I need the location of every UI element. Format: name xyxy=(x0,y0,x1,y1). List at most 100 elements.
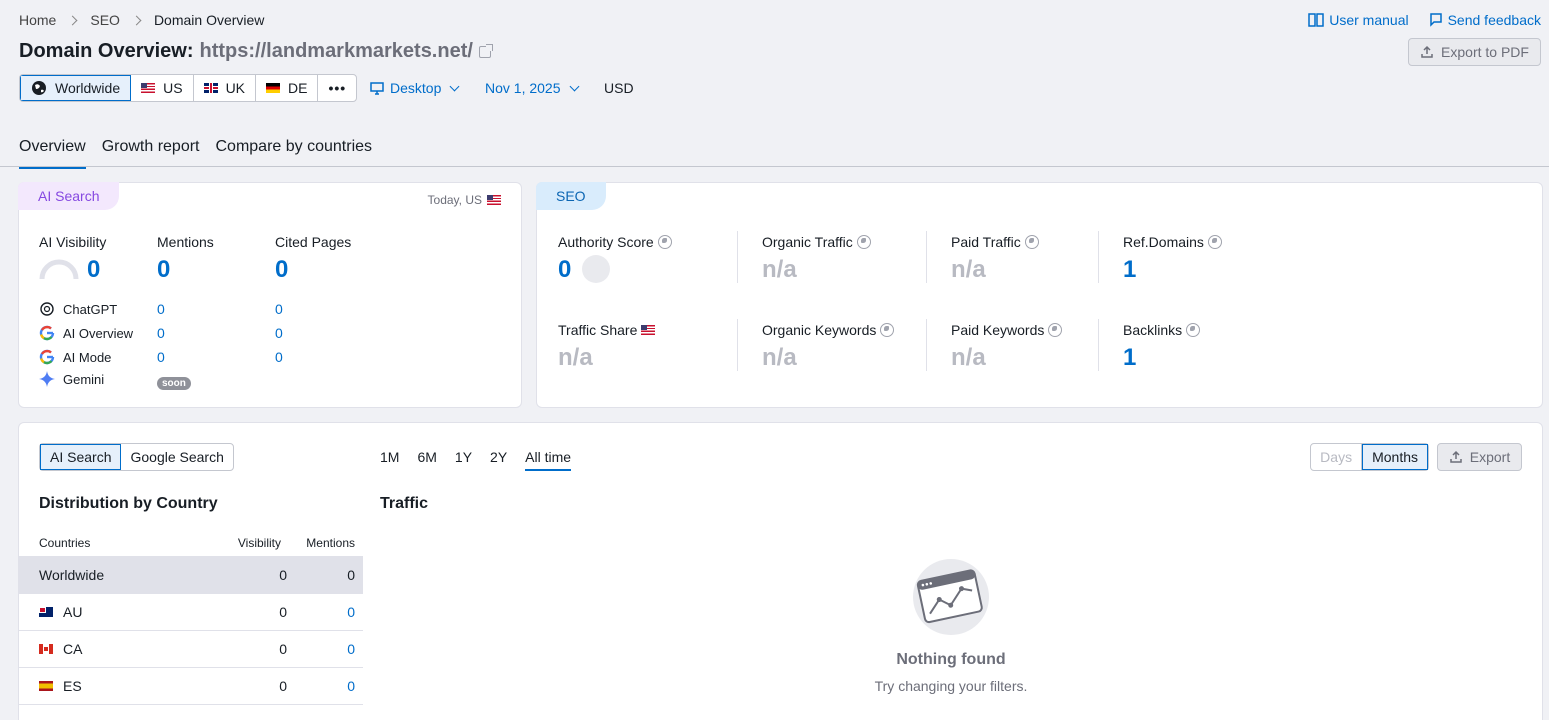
info-globe-icon[interactable] xyxy=(1186,323,1201,337)
info-globe-icon[interactable] xyxy=(657,235,672,249)
info-globe-icon[interactable] xyxy=(856,235,871,249)
ai-search-tag: AI Search xyxy=(18,182,120,210)
breadcrumb: Home SEO Domain Overview xyxy=(19,12,264,28)
mentions-cell[interactable]: 0 xyxy=(287,641,363,657)
tab-overview[interactable]: Overview xyxy=(19,138,86,169)
db-de[interactable]: DE xyxy=(256,75,319,101)
database-selector: Worldwide US UK DE ••• xyxy=(19,74,358,102)
table-row[interactable]: CA 0 0 xyxy=(19,631,363,668)
es-flag-icon xyxy=(39,681,53,691)
chatgpt-cited[interactable]: 0 xyxy=(275,301,283,317)
currency-label: USD xyxy=(604,80,634,96)
granularity-toggle: Days Months xyxy=(1310,443,1429,471)
col-countries[interactable]: Countries xyxy=(19,536,203,550)
organic-traffic-text: Organic Traffic xyxy=(762,234,853,250)
tab-compare-by-countries[interactable]: Compare by countries xyxy=(216,138,373,169)
backlinks-label: Backlinks xyxy=(1123,322,1201,338)
us-flag-icon xyxy=(641,325,656,335)
authority-score-circle xyxy=(582,255,610,283)
traffic-share-text: Traffic Share xyxy=(558,322,638,338)
ai-mode-label: AI Mode xyxy=(63,349,112,365)
globe-icon xyxy=(32,81,46,95)
empty-subtitle: Try changing your filters. xyxy=(874,678,1028,694)
gemini-label: Gemini xyxy=(63,371,105,387)
page-title: Domain Overview: https://landmarkmarkets… xyxy=(19,40,493,63)
period-1m[interactable]: 1M xyxy=(380,449,399,471)
ai-row-chatgpt: ChatGPT xyxy=(39,301,117,317)
info-globe-icon[interactable] xyxy=(880,323,895,337)
info-globe-icon[interactable] xyxy=(1207,235,1222,249)
table-row[interactable]: Worldwide 0 0 xyxy=(19,557,363,594)
period-all-time[interactable]: All time xyxy=(525,449,572,471)
col-mentions[interactable]: Mentions xyxy=(293,536,363,550)
backlinks-value[interactable]: 1 xyxy=(1123,344,1136,372)
chevron-down-icon xyxy=(449,81,460,91)
db-uk[interactable]: UK xyxy=(194,75,257,101)
user-manual-label: User manual xyxy=(1329,12,1409,28)
report-tabs: Overview Growth report Compare by countr… xyxy=(19,138,372,169)
ai-visibility-value[interactable]: 0 xyxy=(87,256,100,284)
mentions-value[interactable]: 0 xyxy=(157,256,170,284)
chevron-down-icon xyxy=(569,81,579,91)
breadcrumb-current: Domain Overview xyxy=(153,12,265,28)
mentions-cell[interactable]: 0 xyxy=(287,678,363,694)
paid-keywords-text: Paid Keywords xyxy=(951,322,1045,338)
export-pdf-button[interactable]: Export to PDF xyxy=(1408,38,1541,66)
db-worldwide[interactable]: Worldwide xyxy=(20,75,132,101)
domain-url[interactable]: https://landmarkmarkets.net/ xyxy=(200,40,473,63)
ai-card-meta: Today, US xyxy=(428,193,501,207)
more-databases-button[interactable]: ••• xyxy=(318,75,356,101)
db-us[interactable]: US xyxy=(131,75,194,101)
tab-growth-report[interactable]: Growth report xyxy=(102,138,200,169)
source-toggle: AI Search Google Search xyxy=(39,443,234,471)
divider xyxy=(926,319,927,371)
paid-traffic-value: n/a xyxy=(951,256,986,283)
period-2y[interactable]: 2Y xyxy=(490,449,507,471)
organic-keywords-value: n/a xyxy=(762,344,797,371)
ai-mode-mentions[interactable]: 0 xyxy=(157,349,165,365)
send-feedback-link[interactable]: Send feedback xyxy=(1429,12,1541,28)
country-table: Countries Visibility Mentions Worldwide … xyxy=(19,529,363,705)
period-6m[interactable]: 6M xyxy=(417,449,436,471)
gemini-badge-wrap: soon xyxy=(157,373,191,391)
mentions-label: Mentions xyxy=(157,234,214,250)
book-icon xyxy=(1308,13,1324,27)
table-row[interactable]: ES 0 0 xyxy=(19,668,363,705)
period-1y[interactable]: 1Y xyxy=(455,449,472,471)
period-selector: 1M 6M 1Y 2Y All time xyxy=(380,449,572,471)
visibility-gauge xyxy=(39,259,79,280)
info-globe-icon[interactable] xyxy=(1048,323,1063,337)
chatgpt-mentions[interactable]: 0 xyxy=(157,301,165,317)
date-dropdown[interactable]: Nov 1, 2025 xyxy=(485,80,579,96)
col-visibility[interactable]: Visibility xyxy=(203,536,293,550)
ai-search-toggle[interactable]: AI Search xyxy=(40,444,122,470)
ref-domains-value[interactable]: 1 xyxy=(1123,256,1136,284)
info-globe-icon[interactable] xyxy=(1024,235,1039,249)
ai-mode-cited[interactable]: 0 xyxy=(275,349,283,365)
table-header: Countries Visibility Mentions xyxy=(19,529,363,557)
export-button[interactable]: Export xyxy=(1437,443,1522,471)
external-link-icon[interactable] xyxy=(478,43,493,58)
ai-overview-mentions[interactable]: 0 xyxy=(157,325,165,341)
upload-icon xyxy=(1450,450,1462,463)
table-row[interactable]: AU 0 0 xyxy=(19,594,363,631)
ai-overview-cited[interactable]: 0 xyxy=(275,325,283,341)
db-us-label: US xyxy=(163,80,183,96)
mentions-cell[interactable]: 0 xyxy=(287,604,363,620)
organic-traffic-label: Organic Traffic xyxy=(762,234,871,250)
seo-tag: SEO xyxy=(536,182,606,210)
months-toggle[interactable]: Months xyxy=(1362,444,1428,470)
days-toggle[interactable]: Days xyxy=(1311,444,1363,470)
export-label: Export xyxy=(1469,449,1511,465)
breadcrumb-home[interactable]: Home xyxy=(19,12,56,28)
paid-traffic-text: Paid Traffic xyxy=(951,234,1021,250)
breadcrumb-seo[interactable]: SEO xyxy=(90,12,120,28)
uk-flag-icon xyxy=(203,83,218,93)
device-dropdown[interactable]: Desktop xyxy=(370,80,460,96)
empty-chart-illustration xyxy=(913,559,989,635)
feedback-icon xyxy=(1429,13,1442,27)
google-icon xyxy=(39,325,55,341)
google-search-toggle[interactable]: Google Search xyxy=(121,444,232,470)
user-manual-link[interactable]: User manual xyxy=(1308,12,1409,28)
cited-pages-value[interactable]: 0 xyxy=(275,256,288,284)
